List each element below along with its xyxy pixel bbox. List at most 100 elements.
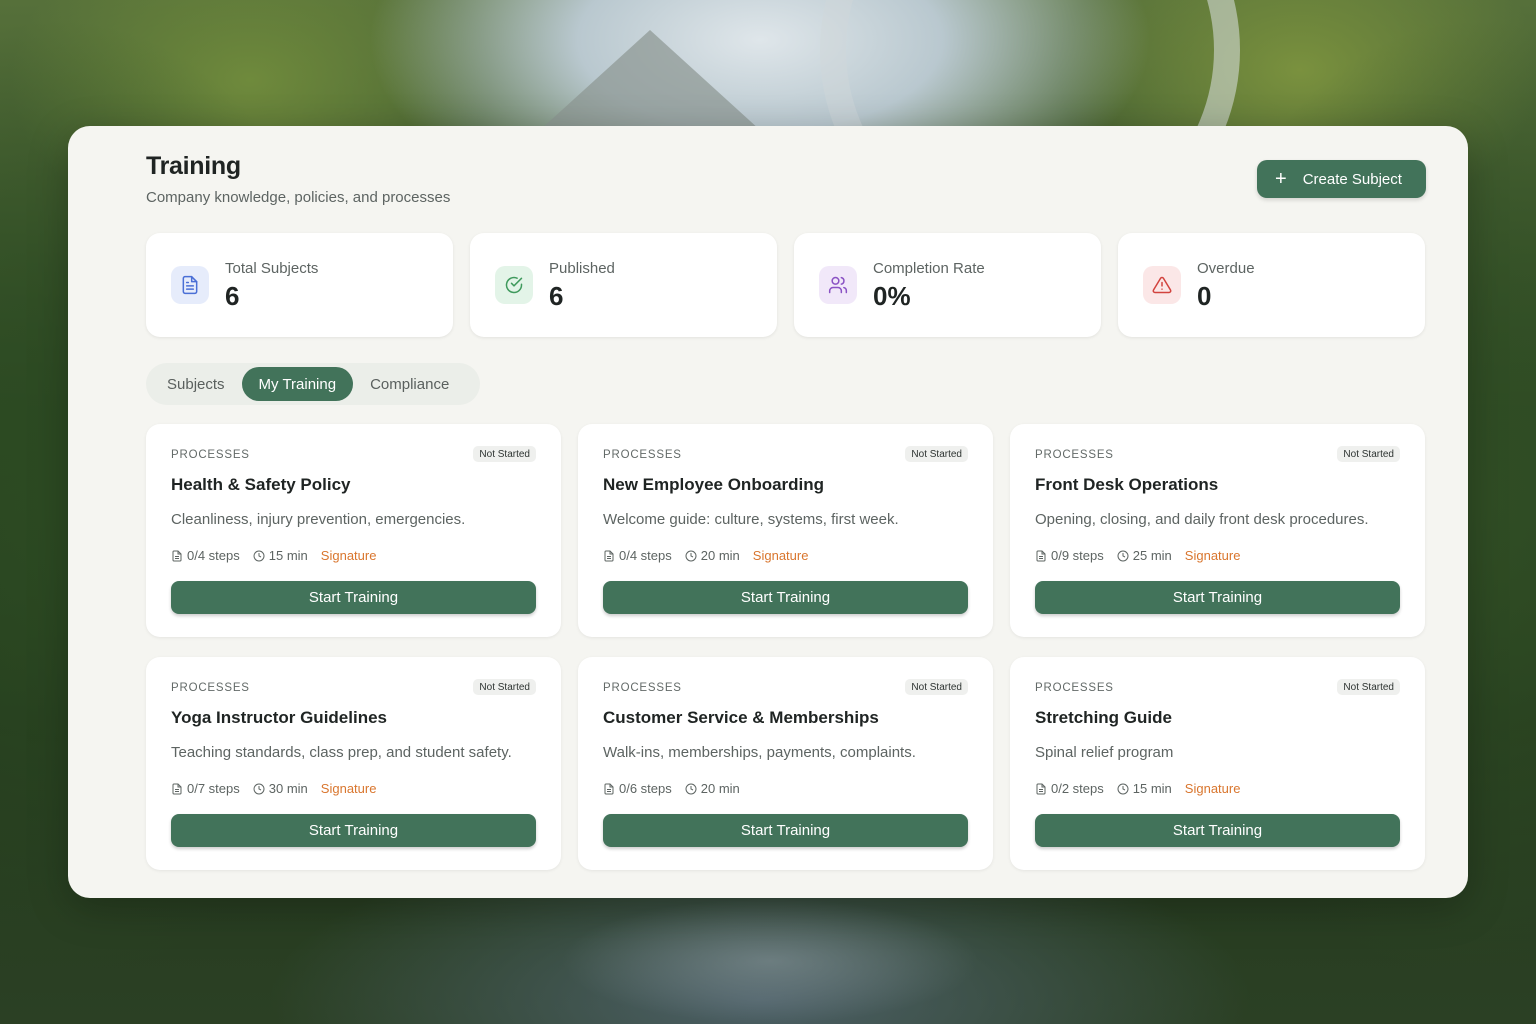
duration: 25 min bbox=[1132, 548, 1172, 563]
status-badge: Not Started bbox=[1337, 679, 1400, 695]
check-circle-icon bbox=[495, 266, 533, 304]
training-card: PROCESSES Not Started Health & Safety Po… bbox=[146, 424, 561, 637]
steps-count: 0/4 steps bbox=[187, 548, 240, 563]
stat-label: Completion Rate bbox=[873, 260, 985, 277]
training-panel: Training Company knowledge, policies, an… bbox=[68, 126, 1468, 898]
stat-value: 6 bbox=[225, 281, 240, 311]
card-category: PROCESSES bbox=[1035, 682, 1114, 694]
card-category: PROCESSES bbox=[1035, 449, 1114, 461]
steps-count: 0/4 steps bbox=[619, 548, 672, 563]
status-badge: Not Started bbox=[473, 679, 536, 695]
status-badge: Not Started bbox=[473, 446, 536, 462]
stat-overdue: Overdue 0 bbox=[1118, 233, 1425, 337]
file-icon bbox=[172, 550, 182, 561]
stat-total-subjects: Total Subjects 6 bbox=[146, 233, 453, 337]
card-category: PROCESSES bbox=[603, 449, 682, 461]
duration-meta: 20 min bbox=[685, 781, 740, 796]
card-category: PROCESSES bbox=[171, 682, 250, 694]
signature-label: Signature bbox=[320, 781, 377, 796]
tab-bar: Subjects My Training Compliance bbox=[146, 363, 480, 405]
card-title: Stretching Guide bbox=[1035, 708, 1172, 727]
stat-published: Published 6 bbox=[470, 233, 777, 337]
card-meta: 0/2 steps 15 min Signature bbox=[1035, 781, 1240, 796]
file-icon bbox=[1036, 550, 1046, 561]
tab-subjects[interactable]: Subjects bbox=[150, 367, 242, 401]
signature-label: Signature bbox=[752, 548, 809, 563]
stat-completion-rate: Completion Rate 0% bbox=[794, 233, 1101, 337]
start-training-button[interactable]: Start Training bbox=[603, 581, 968, 614]
start-training-button[interactable]: Start Training bbox=[171, 581, 536, 614]
card-description: Opening, closing, and daily front desk p… bbox=[1035, 511, 1369, 528]
create-subject-label: Create Subject bbox=[1302, 170, 1402, 188]
training-card: PROCESSES Not Started Yoga Instructor Gu… bbox=[146, 657, 561, 870]
signature-label: Signature bbox=[320, 548, 377, 563]
start-training-button[interactable]: Start Training bbox=[1035, 581, 1400, 614]
training-card: PROCESSES Not Started New Employee Onboa… bbox=[578, 424, 993, 637]
background-mountain bbox=[540, 30, 760, 130]
signature-label: Signature bbox=[1184, 781, 1241, 796]
start-training-button[interactable]: Start Training bbox=[171, 814, 536, 847]
duration-meta: 30 min bbox=[253, 781, 308, 796]
duration-meta: 15 min bbox=[1117, 781, 1172, 796]
stat-label: Published bbox=[549, 260, 615, 277]
card-title: New Employee Onboarding bbox=[603, 475, 825, 494]
card-meta: 0/4 steps 15 min Signature bbox=[171, 548, 376, 563]
duration: 15 min bbox=[268, 548, 308, 563]
card-description: Spinal relief program bbox=[1035, 744, 1174, 761]
clock-icon bbox=[1117, 783, 1129, 794]
document-icon bbox=[171, 266, 209, 304]
steps-meta: 0/7 steps bbox=[171, 781, 240, 796]
signature-label: Signature bbox=[1184, 548, 1241, 563]
status-badge: Not Started bbox=[905, 679, 968, 695]
steps-meta: 0/9 steps bbox=[1035, 548, 1104, 563]
clock-icon bbox=[685, 550, 697, 561]
training-card: PROCESSES Not Started Stretching Guide S… bbox=[1010, 657, 1425, 870]
card-title: Customer Service & Memberships bbox=[603, 708, 879, 727]
start-training-button[interactable]: Start Training bbox=[1035, 814, 1400, 847]
duration-meta: 15 min bbox=[253, 548, 308, 563]
training-card-grid: PROCESSES Not Started Health & Safety Po… bbox=[146, 424, 1425, 870]
training-card: PROCESSES Not Started Customer Service &… bbox=[578, 657, 993, 870]
card-category: PROCESSES bbox=[603, 682, 682, 694]
steps-meta: 0/4 steps bbox=[603, 548, 672, 563]
card-title: Front Desk Operations bbox=[1035, 475, 1219, 494]
steps-count: 0/2 steps bbox=[1051, 781, 1104, 796]
card-description: Walk-ins, memberships, payments, complai… bbox=[603, 744, 916, 761]
clock-icon bbox=[253, 550, 265, 561]
card-title: Yoga Instructor Guidelines bbox=[171, 708, 387, 727]
file-icon bbox=[1036, 783, 1046, 794]
card-description: Cleanliness, injury prevention, emergenc… bbox=[171, 511, 466, 528]
stat-value: 0% bbox=[873, 281, 911, 311]
duration: 20 min bbox=[700, 548, 740, 563]
users-icon bbox=[819, 266, 857, 304]
duration: 30 min bbox=[268, 781, 308, 796]
tab-my-training[interactable]: My Training bbox=[241, 367, 354, 401]
stat-label: Total Subjects bbox=[225, 260, 319, 277]
page-subtitle: Company knowledge, policies, and process… bbox=[146, 189, 451, 206]
card-description: Welcome guide: culture, systems, first w… bbox=[603, 511, 899, 528]
plus-icon: + bbox=[1275, 168, 1287, 190]
duration: 15 min bbox=[1132, 781, 1172, 796]
steps-meta: 0/4 steps bbox=[171, 548, 240, 563]
card-meta: 0/4 steps 20 min Signature bbox=[603, 548, 808, 563]
file-icon bbox=[604, 783, 614, 794]
clock-icon bbox=[685, 783, 697, 794]
background-stream bbox=[560, 898, 980, 1024]
steps-count: 0/7 steps bbox=[187, 781, 240, 796]
create-subject-button[interactable]: + Create Subject bbox=[1257, 160, 1426, 198]
card-meta: 0/6 steps 20 min bbox=[603, 781, 753, 796]
steps-meta: 0/6 steps bbox=[603, 781, 672, 796]
status-badge: Not Started bbox=[1337, 446, 1400, 462]
status-badge: Not Started bbox=[905, 446, 968, 462]
start-training-button[interactable]: Start Training bbox=[603, 814, 968, 847]
steps-meta: 0/2 steps bbox=[1035, 781, 1104, 796]
stat-value: 0 bbox=[1197, 281, 1212, 311]
card-meta: 0/9 steps 25 min Signature bbox=[1035, 548, 1240, 563]
stat-value: 6 bbox=[549, 281, 564, 311]
tab-compliance[interactable]: Compliance bbox=[353, 367, 466, 401]
file-icon bbox=[604, 550, 614, 561]
stat-label: Overdue bbox=[1197, 260, 1255, 277]
clock-icon bbox=[1117, 550, 1129, 561]
steps-count: 0/6 steps bbox=[619, 781, 672, 796]
page-title: Training bbox=[146, 152, 241, 180]
